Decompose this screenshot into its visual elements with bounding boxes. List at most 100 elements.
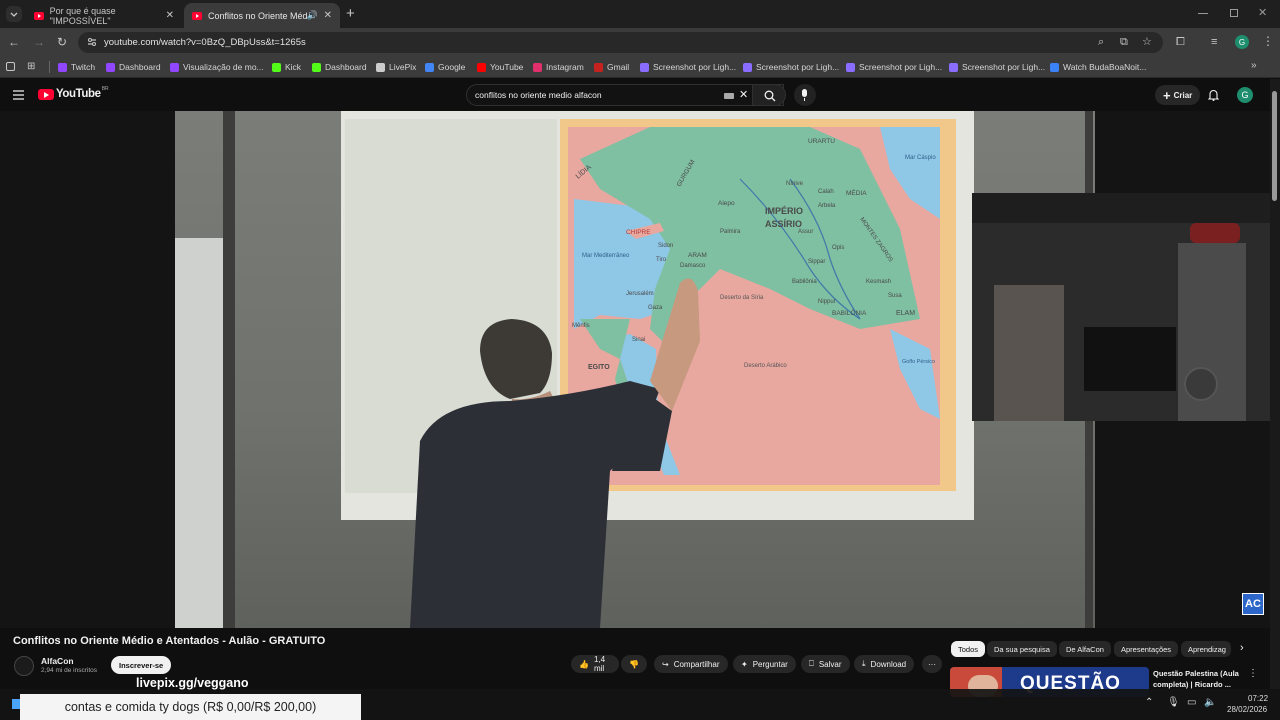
bookmark-star-icon[interactable]: ☆ [1142, 36, 1152, 48]
save-label: Salvar [818, 659, 842, 669]
map-label: Nínive [786, 181, 804, 187]
bookmark-favicon-icon [272, 62, 281, 72]
tab-title: Conflitos no Oriente Médio [208, 10, 308, 21]
left-panel [175, 238, 223, 628]
tab-inactive[interactable]: Por que é quase "IMPOSSÍVEL" ✕ [26, 3, 182, 28]
share-button[interactable]: ↪ Compartilhar [654, 655, 728, 673]
bookmark-label: Screenshot por Ligh... [653, 62, 737, 72]
voice-search-button[interactable] [794, 84, 816, 106]
bookmark-item[interactable]: Visualização de mo... [170, 62, 264, 72]
account-avatar[interactable]: G [1237, 87, 1253, 103]
chip-learning[interactable]: Aprendizag [1181, 641, 1231, 657]
url-text: youtube.com/watch?v=0BzQ_DBpUss&t=1265s [104, 37, 306, 48]
youtube-logo[interactable]: YouTube BR [38, 86, 109, 100]
more-bookmarks-icon[interactable]: » [1251, 60, 1257, 71]
download-button[interactable]: ⤓ Download [854, 655, 915, 673]
chip-all[interactable]: Todos [951, 641, 986, 657]
ask-button[interactable]: ✦ Perguntar [733, 655, 796, 673]
map-label: CHIPRE [626, 229, 651, 236]
tray-expand-icon[interactable]: ⌃ [1145, 697, 1153, 708]
map-label: ASSÍRIO [765, 219, 802, 229]
close-tab-icon[interactable]: ✕ [324, 10, 332, 21]
speaker-icon[interactable]: 🔊 [307, 10, 318, 21]
microphone-tray-icon[interactable]: 🎙 [1167, 697, 1180, 708]
keyboard-icon[interactable] [724, 93, 734, 99]
next-video-title[interactable]: Questão Palestina (Aula completa) | Rica… [1153, 668, 1241, 690]
more-actions-button[interactable]: ··· [922, 655, 942, 673]
next-video-menu-icon[interactable]: ⋮ [1248, 668, 1258, 679]
chip-from-channel[interactable]: De AlfaCon [1059, 641, 1111, 657]
site-info-icon[interactable] [87, 37, 97, 47]
address-bar[interactable]: youtube.com/watch?v=0BzQ_DBpUss&t=1265s … [78, 32, 1163, 53]
zoom-icon[interactable]: ⌕ [1098, 36, 1104, 48]
livepix-overlay-text: livepix.gg/veggano [136, 676, 249, 690]
bookmark-item[interactable]: Screenshot por Ligh... [743, 62, 839, 72]
bookmark-label: Google [438, 62, 466, 72]
profile-avatar[interactable]: G [1235, 35, 1249, 49]
map-label: ELAM [896, 310, 915, 317]
webcam-tv [1084, 327, 1176, 391]
bookmark-item[interactable]: Google [425, 62, 465, 72]
apps-icon[interactable] [6, 62, 15, 71]
maximize-button[interactable] [1230, 9, 1238, 17]
chip-presentations[interactable]: Apresentações [1114, 641, 1179, 657]
bookmark-item[interactable]: Dashboard [106, 62, 161, 72]
search-button[interactable] [752, 84, 786, 106]
save-button[interactable]: ⎕ Salvar [801, 655, 850, 673]
network-icon[interactable]: ▭ [1187, 697, 1196, 708]
dislike-button[interactable]: 👎 [621, 655, 647, 673]
extensions-icon[interactable]: ⧠ [1176, 36, 1185, 48]
notifications-bell-icon[interactable] [1208, 89, 1219, 101]
create-button[interactable]: + Criar [1155, 85, 1201, 105]
tab-active[interactable]: Conflitos no Oriente Médio 🔊 ✕ [184, 3, 340, 28]
like-button[interactable]: 👍 1,4 mil [571, 655, 619, 673]
close-tab-icon[interactable]: ✕ [166, 10, 174, 21]
bookmark-item[interactable]: Screenshot por Ligh... [640, 62, 736, 72]
page-scrollbar[interactable] [1270, 79, 1280, 689]
bookmark-item[interactable]: Screenshot por Ligh... [846, 62, 942, 72]
clock-date[interactable]: 28/02/2026 [1227, 705, 1267, 714]
minimize-button[interactable] [1198, 13, 1208, 14]
share-icon: ↪ [662, 659, 669, 669]
clear-search-icon[interactable]: ✕ [739, 88, 748, 101]
new-tab-button[interactable]: + [346, 5, 355, 22]
bookmark-item[interactable]: Dashboard [312, 62, 367, 72]
close-window-button[interactable]: ✕ [1258, 6, 1267, 19]
search-input[interactable]: conflitos no oriente medio alfacon ✕ [466, 84, 784, 106]
back-icon[interactable]: ← [8, 36, 20, 48]
forward-icon[interactable]: → [33, 36, 45, 48]
reading-list-icon[interactable]: ≡ [1211, 36, 1217, 48]
bookmark-item[interactable]: Gmail [594, 62, 629, 72]
channel-watermark-icon[interactable]: AC [1242, 593, 1264, 615]
thumbs-down-icon: 👎 [629, 659, 639, 669]
hamburger-menu-icon[interactable] [13, 90, 24, 100]
channel-name[interactable]: AlfaCon [41, 656, 74, 666]
chips-next-icon[interactable]: › [1240, 642, 1244, 654]
search-icon [764, 90, 776, 102]
install-app-icon[interactable]: ⧉ [1120, 36, 1128, 48]
create-label: Criar [1173, 90, 1193, 100]
chip-from-search[interactable]: Da sua pesquisa [987, 641, 1057, 657]
bookmark-item[interactable]: LivePix [376, 62, 416, 72]
bookmark-favicon-icon [949, 62, 958, 72]
browser-menu-icon[interactable]: ⋮ [1262, 35, 1274, 47]
bookmark-item[interactable]: YouTube [477, 62, 523, 72]
subscribe-button[interactable]: Inscrever-se [111, 656, 172, 674]
bookmark-item[interactable]: Watch BudaBoaNoit... [1050, 62, 1146, 72]
scrollbar-thumb[interactable] [1272, 91, 1277, 201]
bookmark-label: Screenshot por Ligh... [756, 62, 840, 72]
channel-avatar[interactable] [14, 656, 34, 676]
reload-icon[interactable]: ↻ [57, 36, 67, 48]
grid-icon[interactable]: ⊞ [27, 61, 35, 72]
volume-icon[interactable]: 🔈 [1204, 697, 1216, 708]
bookmark-item[interactable]: Kick [272, 62, 301, 72]
youtube-favicon-icon [192, 11, 202, 20]
like-count: 1,4 mil [593, 655, 606, 673]
browser-tab-strip: Por que é quase "IMPOSSÍVEL" ✕ Conflitos… [0, 0, 1280, 28]
bookmark-item[interactable]: Screenshot por Ligh... [949, 62, 1045, 72]
tab-search-icon[interactable] [6, 6, 22, 22]
video-player[interactable]: LÍDIA GURGUM URARTU Mar Cáspio CHIPRE Al… [0, 111, 1270, 628]
bookmark-item[interactable]: Twitch [58, 62, 95, 72]
clock-time[interactable]: 07:22 [1248, 694, 1268, 703]
bookmark-item[interactable]: Instagram [533, 62, 584, 72]
